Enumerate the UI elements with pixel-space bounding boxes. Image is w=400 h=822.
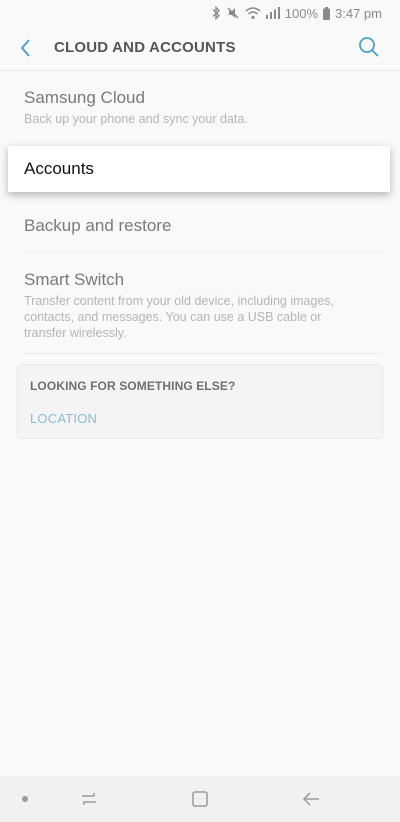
back-icon[interactable] [300, 788, 322, 810]
item-subtitle: Transfer content from your old device, i… [24, 294, 335, 340]
battery-icon [323, 6, 331, 20]
suggestions-card: LOOKING FOR SOMETHING ELSE? LOCATION [17, 364, 383, 439]
item-title: Backup and restore [24, 216, 172, 235]
home-icon[interactable] [189, 788, 211, 810]
list-item-samsung-cloud[interactable]: Samsung Cloud Back up your phone and syn… [0, 88, 400, 127]
clock: 3:47 pm [335, 5, 382, 21]
location-link[interactable]: LOCATION [30, 411, 97, 426]
signal-icon [265, 7, 280, 19]
list-item-accounts[interactable]: Accounts [8, 146, 390, 192]
back-arrow-icon[interactable] [14, 36, 38, 60]
navigation-bar [0, 776, 400, 822]
list-item-smart-switch[interactable]: Smart Switch Transfer content from your … [0, 270, 400, 341]
app-bar: CLOUD AND ACCOUNTS [0, 26, 400, 70]
page-title: CLOUD AND ACCOUNTS [54, 39, 236, 56]
dot-icon[interactable] [22, 796, 28, 802]
item-subtitle: Back up your phone and sync your data. [24, 112, 248, 126]
battery-percent: 100% [284, 5, 319, 21]
mute-icon [227, 7, 239, 19]
bluetooth-icon [212, 6, 220, 20]
status-bar: 100% 3:47 pm [0, 0, 400, 26]
list-item-backup-and-restore[interactable]: Backup and restore [0, 216, 400, 236]
header-divider [0, 70, 400, 71]
item-title: Smart Switch [24, 270, 125, 289]
suggestions-title: LOOKING FOR SOMETHING ELSE? [30, 379, 236, 393]
item-title: Accounts [24, 159, 94, 178]
recents-icon[interactable] [78, 788, 100, 810]
row-divider [24, 251, 382, 252]
search-icon[interactable] [358, 36, 380, 58]
item-title: Samsung Cloud [24, 88, 145, 107]
wifi-icon [245, 6, 261, 19]
row-divider [24, 353, 382, 354]
